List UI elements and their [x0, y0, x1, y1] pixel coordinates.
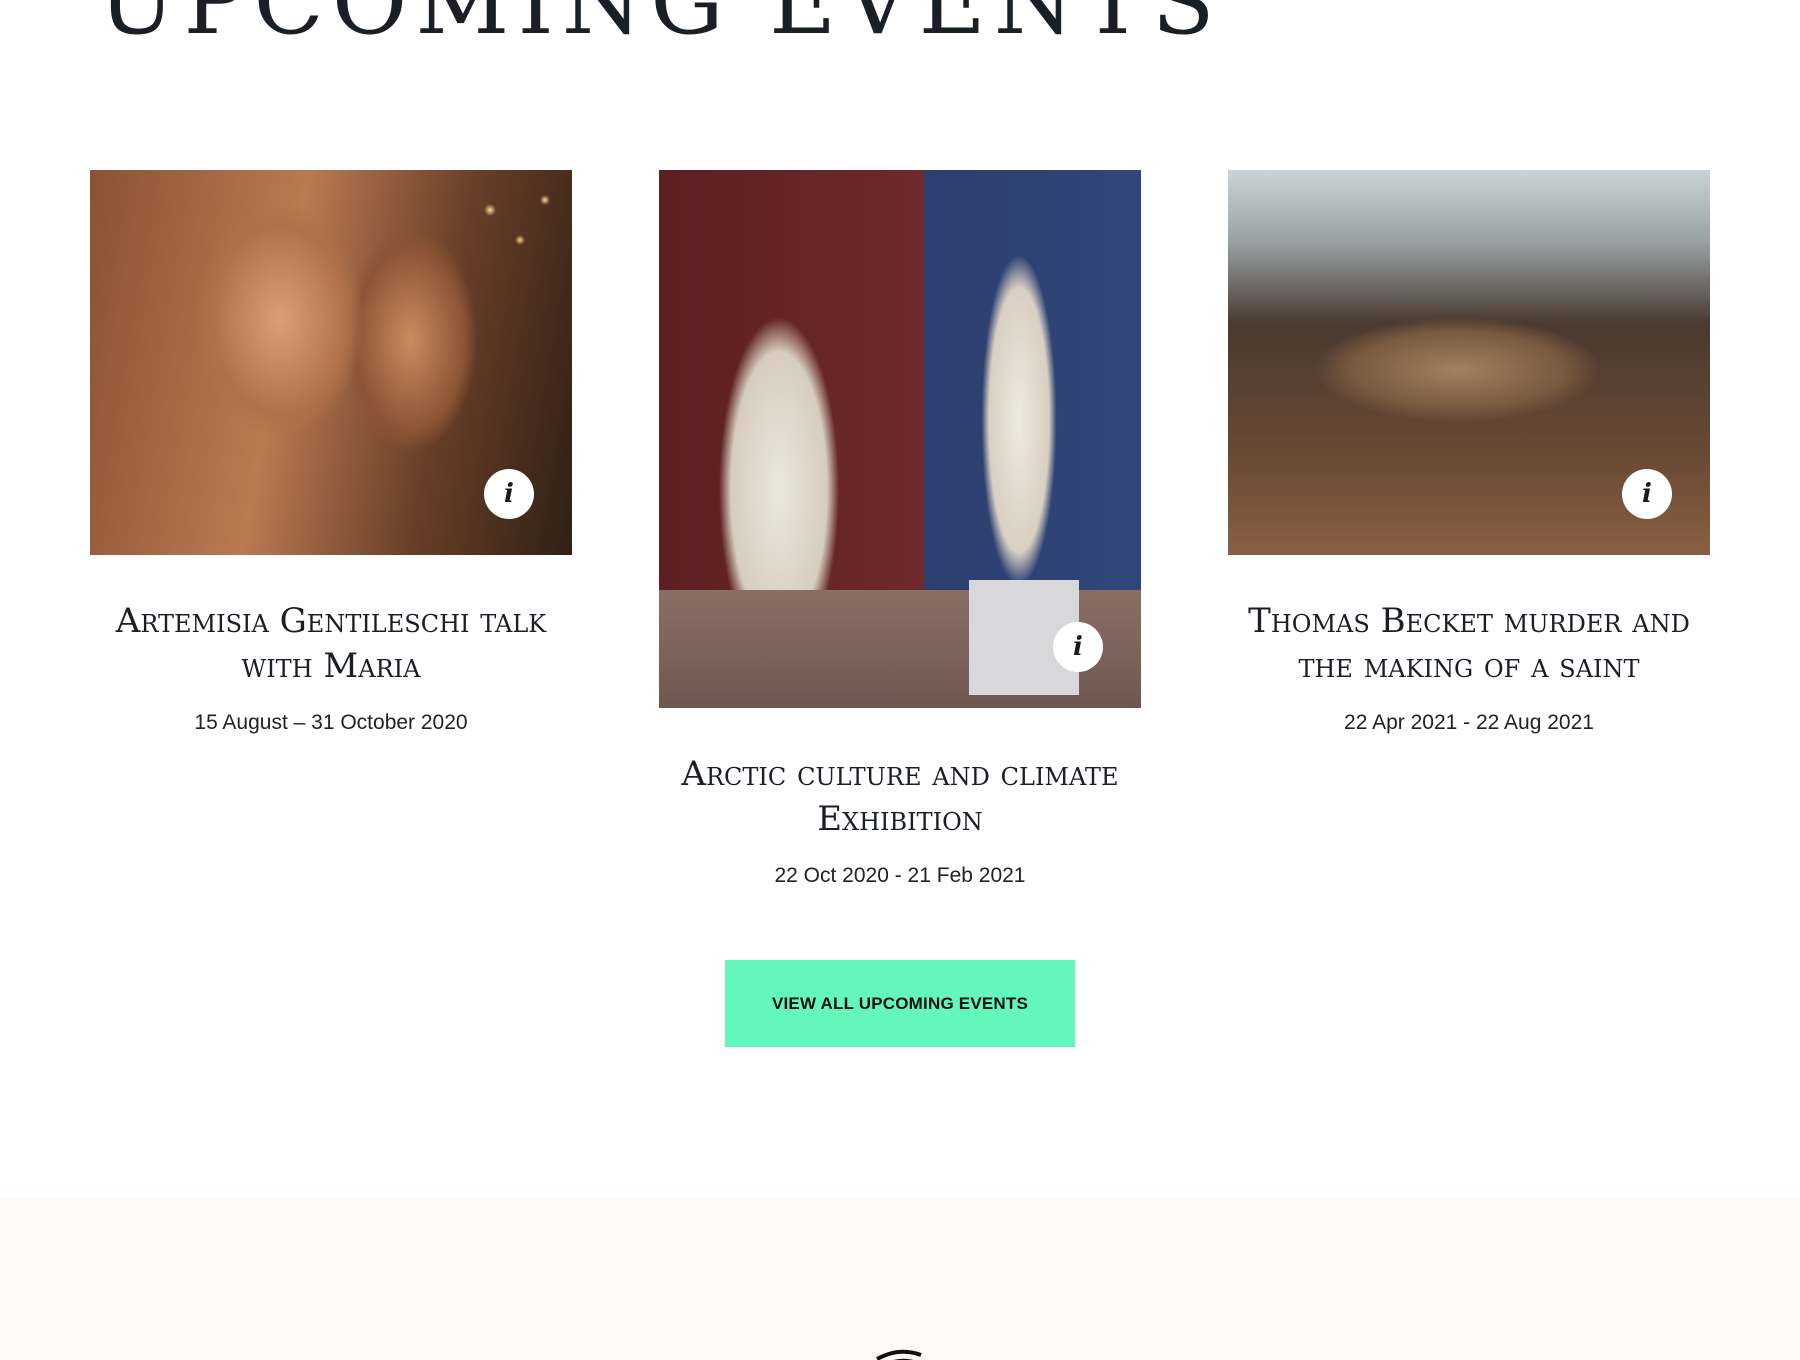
event-image[interactable]: i — [90, 170, 572, 555]
event-image[interactable]: i — [659, 170, 1141, 708]
event-title[interactable]: Arctic culture and climate Exhibition — [659, 752, 1141, 842]
event-dates: 22 Oct 2020 - 21 Feb 2021 — [774, 864, 1026, 887]
page: UPCOMING EVENTS i Artemisia Gentileschi … — [0, 0, 1800, 1360]
event-title[interactable]: Thomas Becket murder and the making of a… — [1228, 599, 1710, 689]
section-title: UPCOMING EVENTS — [98, 0, 1223, 55]
info-icon: i — [1642, 479, 1652, 509]
event-dates: 15 August – 31 October 2020 — [194, 711, 468, 734]
event-title[interactable]: Artemisia Gentileschi talk with Maria — [90, 599, 572, 689]
event-dates: 22 Apr 2021 - 22 Aug 2021 — [1344, 711, 1594, 734]
event-image[interactable]: i — [1228, 170, 1710, 555]
event-card[interactable]: i Arctic culture and climate Exhibition … — [659, 170, 1141, 888]
info-button[interactable]: i — [1622, 469, 1672, 519]
footer-band — [0, 1197, 1800, 1360]
event-card[interactable]: i Artemisia Gentileschi talk with Maria … — [90, 170, 572, 735]
event-card[interactable]: i Thomas Becket murder and the making of… — [1228, 170, 1710, 735]
logo-icon[interactable] — [873, 1345, 925, 1360]
view-all-events-button[interactable]: VIEW ALL UPCOMING EVENTS — [725, 960, 1075, 1047]
info-button[interactable]: i — [1053, 622, 1103, 672]
info-icon: i — [1073, 632, 1083, 662]
info-button[interactable]: i — [484, 469, 534, 519]
info-icon: i — [504, 479, 514, 509]
